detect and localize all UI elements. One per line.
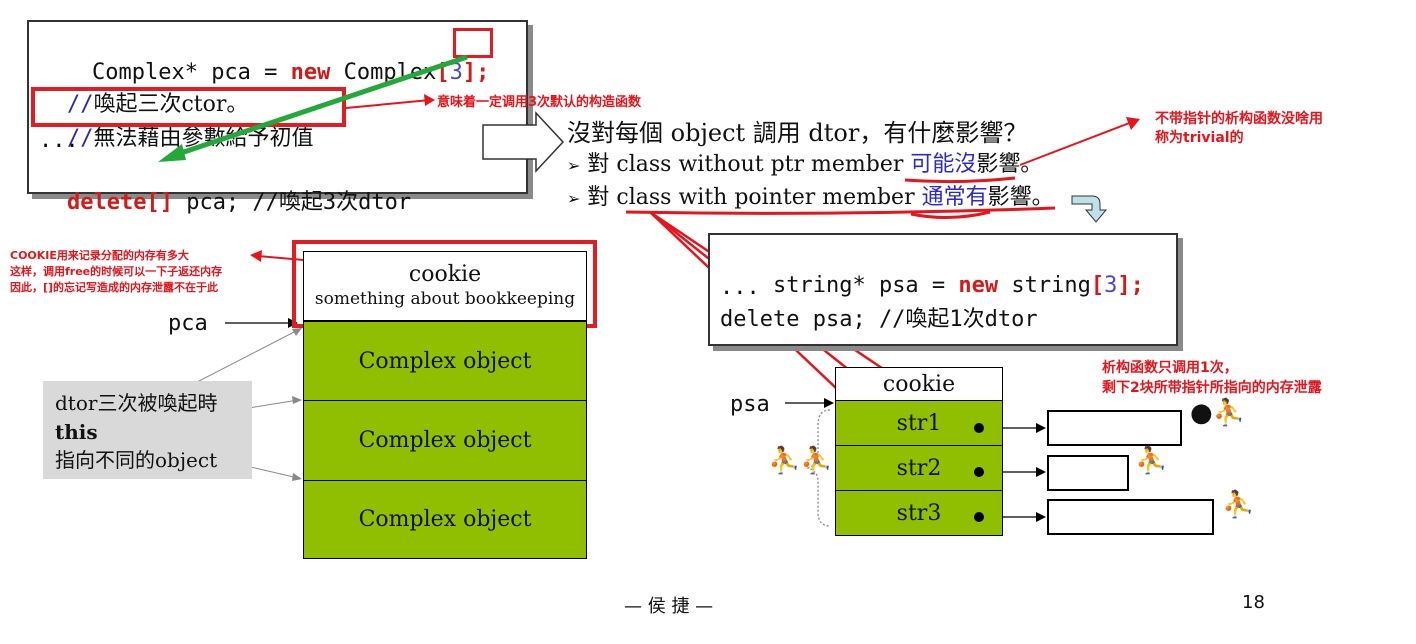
cookie-block-right: cookie — [835, 367, 1003, 401]
bullet-marker: ➢ — [567, 189, 581, 208]
question-title: 沒對每個 object 調用 dtor，有什麼影響？ — [567, 119, 1028, 147]
highlight-cookie — [292, 240, 597, 328]
pointer-psa-label: psa — [730, 392, 770, 417]
bullet-without-ptr: ➢ 對 class without ptr member 可能沒影響。 — [567, 152, 1043, 177]
bullet-with-ptr: ➢ 對 class with pointer member 通常有影響。 — [567, 185, 1054, 210]
code-box-string: string* psa = new string[3]; ... delete … — [708, 233, 1178, 346]
str2-pointer-dot — [974, 467, 984, 477]
page-number: 18 — [1242, 592, 1265, 613]
code-ellipsis-2: ... — [720, 275, 760, 300]
bullet-marker: ➢ — [567, 156, 581, 175]
complex-object-3: Complex object — [303, 480, 587, 559]
complex-object-2: Complex object — [303, 400, 587, 481]
pointer-pca-label: pca — [168, 311, 208, 336]
annotation-leak: 析构函数只调用1次， 剩下2块所带指针所指向的内存泄露 — [1102, 360, 1322, 396]
annotation-cookie: COOKIE用来记录分配的内存有多大 这样，调用free的时候可以一下子返还内存… — [10, 249, 223, 294]
dtor-note: dtor三次被喚起時 this 指向不同的object — [43, 381, 252, 479]
heap-block-1 — [1047, 410, 1182, 446]
str1-pointer-dot — [974, 423, 984, 433]
heap-block-3 — [1047, 499, 1214, 535]
annotation-trivial: 不带指针的析构函数没啥用 称为trivial的 — [1155, 111, 1323, 146]
stick-figures-icon: ⛹ — [1222, 490, 1255, 520]
stick-figure-icon: ●⛹ — [1190, 398, 1246, 428]
complex-object-1: Complex object — [303, 321, 587, 401]
heap-block-2 — [1047, 455, 1129, 491]
stick-figures-icon: ⛹⛹ — [768, 446, 833, 476]
footer-author: — 侯 捷 — — [624, 596, 714, 617]
stick-figure-icon: ⛹ — [1135, 446, 1168, 476]
str3-pointer-dot — [974, 512, 984, 522]
code-line-delete-psa: delete psa; //喚起1次dtor — [720, 307, 1038, 332]
